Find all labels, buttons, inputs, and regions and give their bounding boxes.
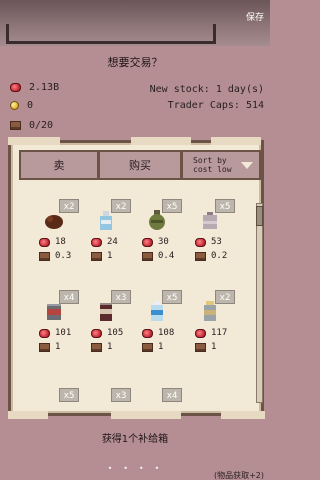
shop-item[interactable]: x5 108 1 bbox=[142, 290, 190, 360]
price-row: 24 bbox=[91, 237, 118, 247]
price-row: 18 bbox=[39, 237, 66, 247]
price-row: 101 bbox=[39, 328, 71, 338]
quantity-badge: x5 bbox=[59, 388, 79, 402]
shop-item[interactable]: x3 105 1 bbox=[91, 290, 139, 360]
weight-row: 1 bbox=[142, 342, 163, 352]
price-value: 24 bbox=[107, 237, 118, 247]
weight-row: 1 bbox=[91, 342, 112, 352]
gem-icon bbox=[195, 237, 206, 247]
shop-item[interactable]: x2 117 1 bbox=[195, 290, 243, 360]
crate-icon bbox=[91, 251, 102, 261]
pipe-right bbox=[66, 24, 216, 44]
weight-value: 1 bbox=[55, 342, 61, 352]
price-value: 53 bbox=[211, 237, 222, 247]
panel-tear bbox=[8, 411, 48, 419]
weight-row: 1 bbox=[91, 251, 112, 261]
crate-icon bbox=[91, 342, 102, 352]
crate-icon bbox=[10, 121, 21, 130]
crate-icon bbox=[195, 251, 206, 261]
gem-icon bbox=[142, 328, 153, 338]
battery-icon bbox=[203, 212, 217, 229]
weight-value: 0.4 bbox=[158, 251, 175, 261]
top-scene: 保存 bbox=[0, 0, 270, 50]
weight-value: 1 bbox=[107, 342, 113, 352]
gem-icon bbox=[39, 237, 50, 247]
quantity-badge: x3 bbox=[111, 388, 131, 402]
grenade-icon bbox=[149, 210, 165, 230]
crate-icon bbox=[142, 342, 153, 352]
price-value: 101 bbox=[55, 328, 72, 338]
gem-icon bbox=[91, 328, 102, 338]
trader-caps: Trader Caps: 514 bbox=[167, 100, 264, 111]
crate-icon bbox=[142, 251, 153, 261]
purified-water-icon bbox=[151, 301, 163, 321]
crate-icon bbox=[39, 342, 50, 352]
gems-value: 2.13B bbox=[29, 82, 60, 93]
cola-can-icon bbox=[100, 303, 112, 321]
gem-icon bbox=[91, 237, 102, 247]
quantity-badge: x4 bbox=[162, 388, 182, 402]
weight-value: 0.3 bbox=[55, 251, 72, 261]
price-value: 117 bbox=[211, 328, 228, 338]
price-row: 53 bbox=[195, 237, 222, 247]
price-value: 105 bbox=[107, 328, 124, 338]
price-value: 108 bbox=[158, 328, 175, 338]
shop-item[interactable]: x2 24 1 bbox=[91, 199, 139, 269]
weight-value: 1 bbox=[211, 342, 217, 352]
weight-row: 0.2 bbox=[195, 251, 227, 261]
meat-icon bbox=[45, 215, 63, 229]
canned-food-icon bbox=[47, 304, 61, 320]
reward-message: 获得1个补给箱 bbox=[101, 434, 169, 445]
coins-row: 0 bbox=[10, 100, 33, 111]
gem-icon bbox=[10, 83, 21, 92]
corner-hint: (物品获取+2) bbox=[213, 471, 264, 480]
weight-row: 1 bbox=[39, 342, 60, 352]
save-button[interactable]: 保存 bbox=[246, 10, 264, 23]
gems-row: 2.13B bbox=[10, 82, 59, 93]
weight-value: 0.2 bbox=[211, 251, 228, 261]
price-row: 108 bbox=[142, 328, 174, 338]
coin-icon bbox=[10, 101, 19, 110]
scrollbar[interactable] bbox=[256, 203, 263, 403]
capacity-value: 0/20 bbox=[29, 120, 54, 131]
weight-row: 0.3 bbox=[39, 251, 71, 261]
shop-item[interactable]: x2 18 0.3 bbox=[39, 199, 87, 269]
price-value: 30 bbox=[158, 237, 169, 247]
trade-panel: 卖 购买 Sort by cost low x2 18 0.3 x2 24 1 … bbox=[8, 137, 265, 419]
panel-tear bbox=[221, 411, 265, 419]
price-row: 117 bbox=[195, 328, 227, 338]
panel-tear bbox=[111, 411, 181, 419]
price-row: 105 bbox=[91, 328, 123, 338]
price-row: 30 bbox=[142, 237, 169, 247]
coins-value: 0 bbox=[27, 100, 34, 111]
jar-icon bbox=[204, 301, 216, 321]
dialog-title: 想要交易？ bbox=[107, 56, 163, 69]
weight-row: 1 bbox=[195, 342, 216, 352]
weight-value: 1 bbox=[158, 342, 164, 352]
gem-icon bbox=[142, 237, 153, 247]
water-bottle-icon bbox=[100, 211, 112, 230]
gem-icon bbox=[195, 328, 206, 338]
shop-item[interactable]: x5 30 0.4 bbox=[142, 199, 190, 269]
new-stock: New stock: 1 day(s) bbox=[149, 84, 264, 95]
item-grid: x2 18 0.3 x2 24 1 x5 30 0.4 x5 53 0.2 x4… bbox=[11, 143, 261, 413]
weight-row: 0.4 bbox=[142, 251, 174, 261]
gem-icon bbox=[39, 328, 50, 338]
weight-value: 1 bbox=[107, 251, 113, 261]
capacity-row: 0/20 bbox=[10, 120, 53, 131]
shop-item[interactable]: x4 101 1 bbox=[39, 290, 87, 360]
scrollbar-thumb[interactable] bbox=[256, 206, 263, 226]
crate-icon bbox=[39, 251, 50, 261]
price-value: 18 bbox=[55, 237, 66, 247]
shop-item[interactable]: x5 53 0.2 bbox=[195, 199, 243, 269]
crate-icon bbox=[195, 342, 206, 352]
